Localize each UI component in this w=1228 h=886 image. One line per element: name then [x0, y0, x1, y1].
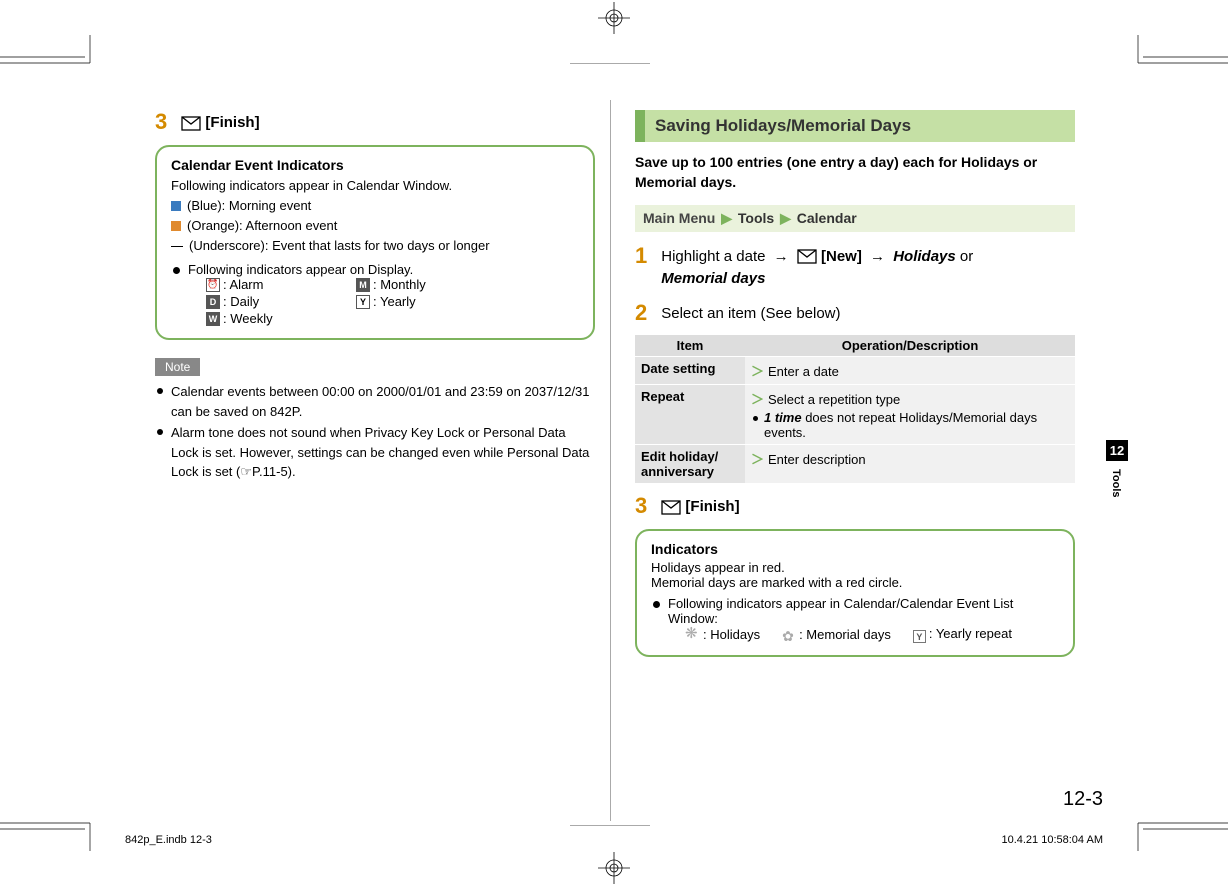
- calendar-indicators-box: Calendar Event Indicators Following indi…: [155, 145, 595, 341]
- orange-label: (Orange): Afternoon event: [187, 218, 337, 233]
- gt-icon: ＞: [751, 392, 764, 407]
- box-title: Calendar Event Indicators: [171, 157, 579, 173]
- operation-table: Item Operation/Description Date setting …: [635, 335, 1075, 484]
- new-label: [New]: [821, 248, 862, 265]
- holidays-option: Holidays: [893, 248, 956, 265]
- orange-swatch-icon: [171, 221, 181, 231]
- note-item: Calendar events between 00:00 on 2000/01…: [171, 382, 595, 421]
- cell-item: Edit holiday/ anniversary: [635, 445, 745, 484]
- nav-path: Main Menu ▶ Tools ▶ Calendar: [635, 205, 1075, 232]
- table-row: Date setting ＞ Enter a date: [635, 357, 1075, 385]
- arrow-right-icon: →: [870, 248, 885, 265]
- chapter-label: Tools: [1106, 465, 1126, 502]
- table-row: Edit holiday/ anniversary ＞ Enter descrip…: [635, 445, 1075, 484]
- divider: [570, 825, 650, 826]
- weekly-label: : Weekly: [223, 311, 273, 326]
- step-number: 2: [635, 301, 647, 325]
- box-line: Holidays appear in red.: [651, 560, 1059, 575]
- nav-tools: Tools: [738, 210, 774, 226]
- note-tag: Note: [155, 358, 200, 376]
- holidays-icon: [686, 627, 700, 641]
- mail-icon: [181, 116, 201, 131]
- table-header-op: Operation/Description: [745, 335, 1075, 357]
- step-number: 1: [635, 244, 647, 268]
- registration-mark-top: [596, 0, 632, 36]
- nav-calendar: Calendar: [797, 210, 857, 226]
- underscore-icon: [171, 246, 183, 247]
- weekly-icon: W: [206, 312, 220, 326]
- yearly-repeat-icon: Y: [913, 630, 926, 643]
- blue-swatch-icon: [171, 201, 181, 211]
- column-divider: [610, 100, 611, 821]
- or-text: or: [960, 248, 973, 265]
- registration-mark-bottom: [596, 850, 632, 886]
- chapter-number: 12: [1106, 440, 1128, 461]
- crop-mark: [0, 35, 100, 65]
- indicators-box: Indicators Holidays appear in red. Memor…: [635, 529, 1075, 658]
- finish-label: [Finish]: [685, 498, 739, 515]
- cell-item: Date setting: [635, 357, 745, 385]
- yearly-label: : Yearly: [373, 294, 416, 309]
- step2-text: Select an item (See below): [661, 301, 1075, 326]
- monthly-label: : Monthly: [373, 277, 426, 292]
- chevron-right-icon: ▶: [780, 210, 791, 226]
- cell-item: Repeat: [635, 385, 745, 445]
- cell-op: Enter a date: [768, 364, 839, 379]
- table-row: Repeat ＞Select a repetition type 1 time …: [635, 385, 1075, 445]
- step-number: 3: [635, 494, 647, 518]
- monthly-icon: M: [356, 278, 370, 292]
- section-intro: Save up to 100 entries (one entry a day)…: [635, 152, 1075, 193]
- box-line: Memorial days are marked with a red circ…: [651, 575, 1059, 590]
- yearly-icon: Y: [356, 295, 370, 309]
- finish-label: [Finish]: [205, 114, 259, 131]
- daily-label: : Daily: [223, 294, 259, 309]
- side-tab: 12 Tools: [1106, 440, 1128, 502]
- bullet-icon: [653, 601, 660, 608]
- bullet-icon: [173, 267, 180, 274]
- box-intro: Following indicators appear in Calendar/…: [668, 596, 1059, 626]
- page-number: 12-3: [1063, 788, 1103, 811]
- daily-icon: D: [206, 295, 220, 309]
- blue-label: (Blue): Morning event: [187, 198, 311, 213]
- yearly-repeat-label: : Yearly repeat: [929, 626, 1012, 641]
- divider: [570, 63, 650, 64]
- footer-filename: 842p_E.indb 12-3: [125, 834, 212, 846]
- one-time-desc: does not repeat Holidays/Memorial days e…: [764, 410, 1037, 440]
- box-title: Indicators: [651, 541, 1059, 557]
- box-intro: Following indicators appear in Calendar …: [171, 176, 579, 196]
- alarm-label: : Alarm: [223, 277, 263, 292]
- memorial-label: : Memorial days: [799, 627, 891, 642]
- step1-text: Highlight a date: [661, 248, 765, 265]
- step-number: 3: [155, 110, 167, 134]
- mail-icon: [797, 249, 817, 264]
- mail-icon: [661, 500, 681, 515]
- left-column: 3 [Finish] Calendar Event Indicators Fol…: [155, 110, 595, 657]
- holidays-label: : Holidays: [703, 627, 760, 642]
- note-item: Alarm tone does not sound when Privacy K…: [171, 423, 595, 482]
- underscore-label: (Underscore): Event that lasts for two d…: [189, 238, 490, 253]
- section-heading: Saving Holidays/Memorial Days: [635, 110, 1075, 142]
- right-column: Saving Holidays/Memorial Days Save up to…: [635, 110, 1075, 657]
- display-intro: Following indicators appear on Display.: [188, 262, 579, 277]
- memorial-days-icon: [782, 628, 796, 642]
- crop-mark: [0, 821, 100, 851]
- crop-mark: [1128, 821, 1228, 851]
- gt-icon: ＞: [751, 452, 764, 467]
- table-header-item: Item: [635, 335, 745, 357]
- cell-op: Select a repetition type: [768, 392, 900, 407]
- note-list: Calendar events between 00:00 on 2000/01…: [155, 382, 595, 482]
- crop-mark: [1128, 35, 1228, 65]
- memorial-days-option: Memorial days: [661, 270, 765, 287]
- nav-main: Main Menu: [643, 210, 715, 226]
- alarm-icon: ⏰: [206, 278, 220, 292]
- cell-op: Enter description: [768, 452, 866, 467]
- one-time-label: 1 time: [764, 410, 802, 425]
- gt-icon: ＞: [751, 364, 764, 379]
- chevron-right-icon: ▶: [721, 210, 732, 226]
- footer-timestamp: 10.4.21 10:58:04 AM: [1001, 834, 1103, 846]
- arrow-right-icon: →: [774, 248, 789, 265]
